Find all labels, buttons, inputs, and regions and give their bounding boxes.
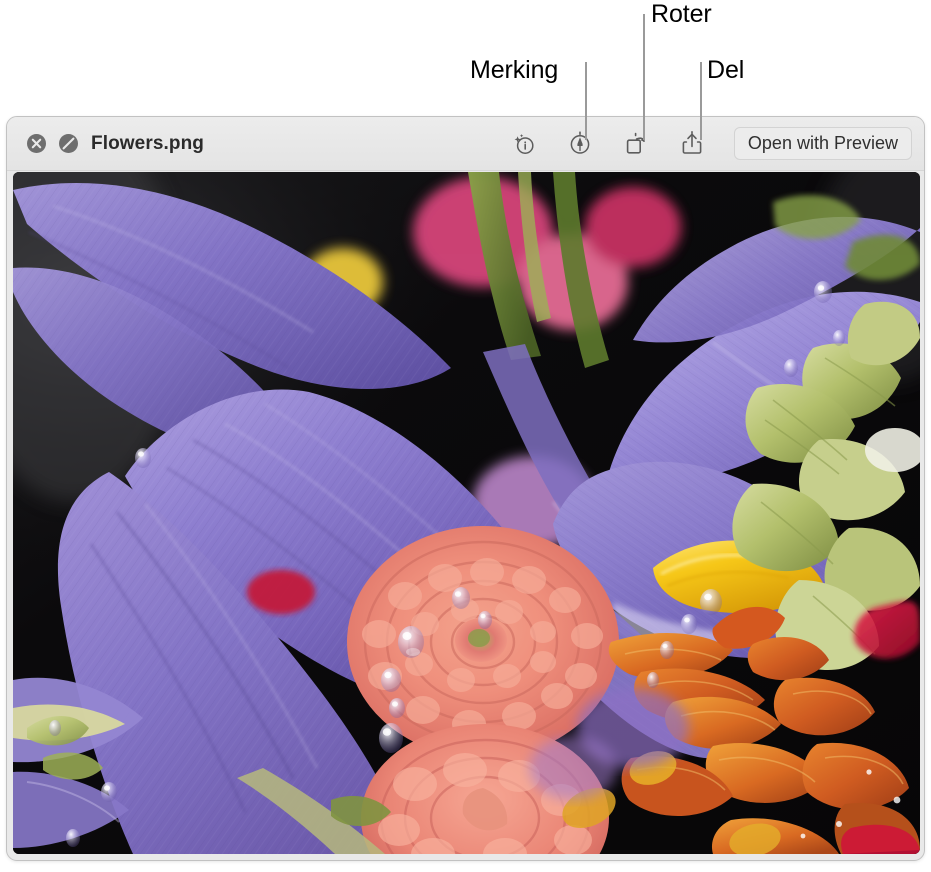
image-preview[interactable] [13,172,920,854]
callout-label-del: Del [707,58,744,83]
callout-label-roter: Roter [651,2,712,27]
annotation-callout-layer: Merking Roter Del [0,0,931,175]
flowers-photograph [13,172,920,854]
callout-leader-line-merking [585,62,587,140]
callout-leader-line-roter [643,14,645,140]
quick-look-window: Flowers.png [6,116,925,861]
callout-leader-line-del [700,62,702,140]
callout-label-merking: Merking [470,58,558,83]
